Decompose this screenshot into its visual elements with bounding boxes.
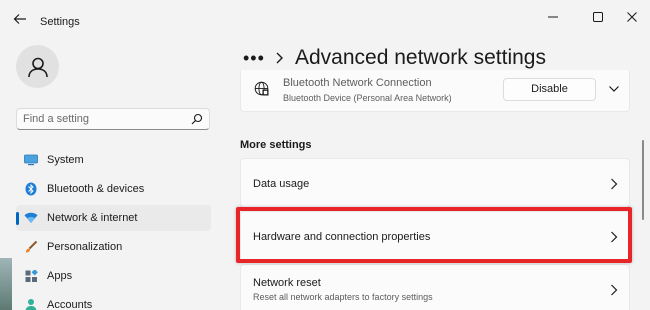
adapter-description: Bluetooth Device (Personal Area Network) <box>283 93 452 103</box>
wifi-icon <box>24 211 38 225</box>
search-box[interactable] <box>16 108 210 130</box>
back-arrow-icon <box>13 14 26 24</box>
sidebar-item-label: Network & internet <box>47 212 138 224</box>
sidebar-item-apps[interactable]: Apps <box>16 263 211 289</box>
sidebar-item-label: Apps <box>47 270 73 282</box>
desktop-background-edge <box>0 258 12 310</box>
disable-adapter-button[interactable]: Disable <box>503 78 596 101</box>
adapter-name: Bluetooth Network Connection <box>283 77 432 89</box>
user-icon <box>27 57 48 77</box>
search-icon[interactable] <box>191 113 203 125</box>
app-title: Settings <box>40 16 80 28</box>
more-settings-heading: More settings <box>240 139 312 151</box>
breadcrumb-overflow-button[interactable]: ••• <box>243 48 265 69</box>
apps-icon <box>24 269 38 283</box>
page-title: Advanced network settings <box>295 46 546 69</box>
chevron-right-icon <box>611 178 618 190</box>
sidebar-item-network[interactable]: Network & internet <box>16 205 211 231</box>
sidebar-item-label: Personalization <box>47 241 123 253</box>
title-bar: Settings <box>0 0 650 36</box>
sidebar-item-label: System <box>47 154 84 166</box>
network-reset-row[interactable]: Network reset Reset all network adapters… <box>240 264 630 310</box>
bluetooth-icon <box>24 182 38 196</box>
monitor-icon <box>24 153 38 167</box>
hardware-properties-row[interactable]: Hardware and connection properties <box>240 211 630 261</box>
data-usage-label: Data usage <box>253 178 310 190</box>
maximize-icon <box>593 12 603 22</box>
network-reset-label: Network reset <box>253 277 321 289</box>
chevron-down-icon[interactable] <box>608 85 620 93</box>
sidebar-item-bluetooth[interactable]: Bluetooth & devices <box>16 176 211 202</box>
search-input[interactable] <box>23 111 183 127</box>
avatar[interactable] <box>16 45 59 88</box>
network-adapter-icon <box>254 81 269 96</box>
sidebar-item-system[interactable]: System <box>16 147 211 173</box>
scrollbar[interactable] <box>642 140 644 220</box>
chevron-right-icon <box>611 231 618 243</box>
chevron-right-icon <box>611 284 618 296</box>
person-icon <box>24 298 38 310</box>
settings-window: Settings Find a setting System Bluetooth… <box>0 0 650 310</box>
sidebar-item-label: Accounts <box>47 299 93 310</box>
network-reset-description: Reset all network adapters to factory se… <box>253 292 433 302</box>
sidebar-item-personalization[interactable]: Personalization <box>16 234 211 260</box>
breadcrumb-chevron-icon <box>276 52 283 64</box>
minimize-button[interactable] <box>538 6 568 28</box>
sidebar-item-accounts[interactable]: Accounts <box>16 292 211 310</box>
maximize-button[interactable] <box>583 6 613 28</box>
close-button[interactable] <box>617 6 647 28</box>
hardware-properties-label: Hardware and connection properties <box>253 231 431 243</box>
back-button[interactable] <box>10 10 30 28</box>
sidebar-item-label: Bluetooth & devices <box>47 183 145 195</box>
minimize-icon <box>548 16 558 18</box>
brush-icon <box>24 240 38 254</box>
close-icon <box>627 12 637 22</box>
data-usage-row[interactable]: Data usage <box>240 158 630 208</box>
